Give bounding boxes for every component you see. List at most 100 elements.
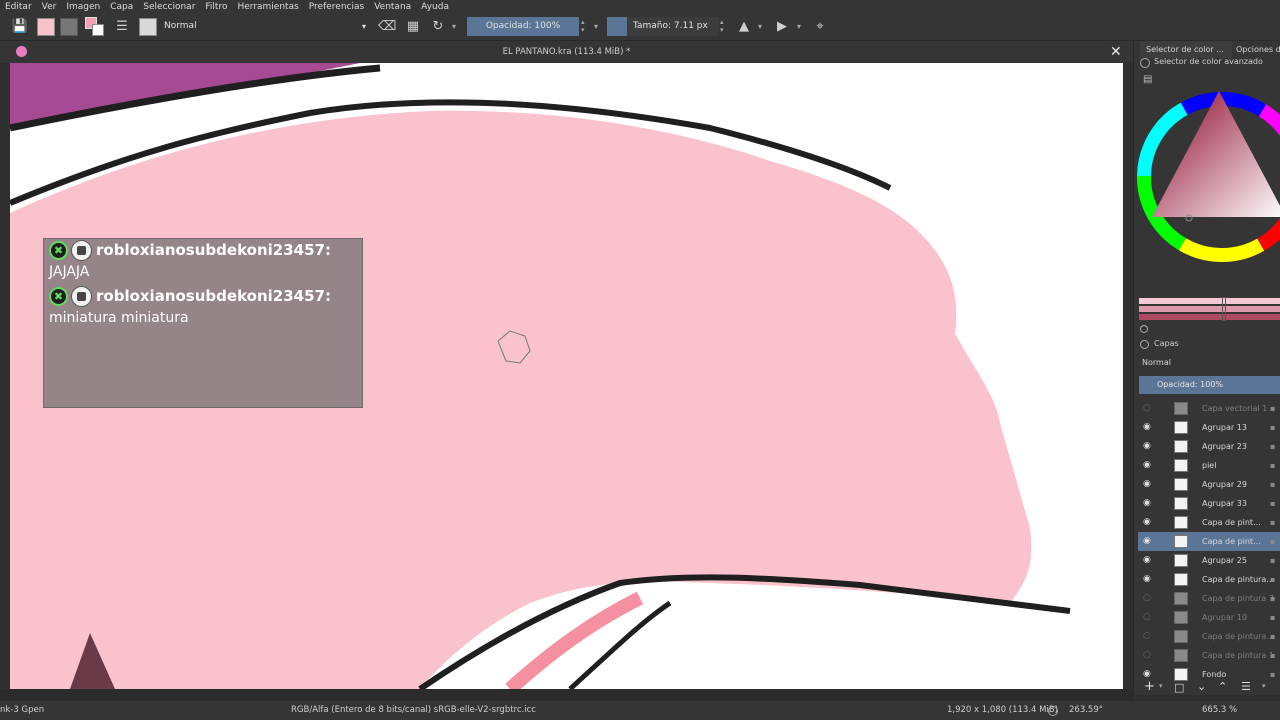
tab-options[interactable]: Opciones de: [1230, 41, 1280, 58]
color-wheel[interactable]: [1134, 89, 1280, 279]
lock-icon[interactable]: ▪: [1270, 551, 1275, 570]
brush-settings-icon[interactable]: ☰: [113, 18, 131, 36]
eye-icon[interactable]: ◉: [1143, 441, 1153, 451]
layer-row[interactable]: ◉ Agrupar 13 ▪: [1138, 418, 1280, 437]
eye-icon[interactable]: ◉: [1143, 536, 1153, 546]
docker-toggle-icon[interactable]: [1140, 58, 1150, 68]
rotation-icon[interactable]: [1048, 706, 1058, 716]
lock-icon[interactable]: ▪: [1270, 532, 1275, 551]
add-layer-icon[interactable]: +: [1144, 679, 1155, 694]
menu-imagen[interactable]: Imagen: [61, 2, 105, 12]
layer-name: Capa de pintura...: [1202, 632, 1274, 641]
eye-hidden-icon[interactable]: ○: [1143, 612, 1153, 622]
size-slider-fill[interactable]: [607, 17, 627, 36]
mirror-horizontal-icon[interactable]: ▲: [735, 18, 753, 36]
mirror-vertical-icon[interactable]: ▶: [773, 18, 791, 36]
color-space-info: RGB/Alfa (Entero de 8 bits/canal) sRGB-e…: [291, 705, 536, 715]
lock-icon[interactable]: ▪: [1270, 475, 1275, 494]
pattern-swatch[interactable]: [60, 18, 78, 36]
wrap-around-icon[interactable]: ⌖: [811, 18, 829, 36]
tab-color-selector[interactable]: Selector de color ...: [1140, 41, 1232, 58]
docker-toggle-icon[interactable]: [1140, 340, 1149, 349]
layer-row[interactable]: ○ Capa de pintura 1 ▪: [1138, 646, 1280, 665]
color-strip[interactable]: [1139, 298, 1280, 304]
menu-editar[interactable]: Editar: [0, 2, 37, 12]
layer-row[interactable]: ◉ Capa de pintura... ▪: [1138, 570, 1280, 589]
eye-icon[interactable]: ◉: [1143, 669, 1153, 679]
layer-name: Agrupar 25: [1202, 556, 1247, 565]
duplicate-layer-icon[interactable]: □: [1174, 681, 1184, 694]
eye-icon[interactable]: ◉: [1143, 574, 1153, 584]
lock-icon[interactable]: ▪: [1270, 456, 1275, 475]
menu-filtro[interactable]: Filtro: [200, 2, 232, 12]
lock-icon[interactable]: ▪: [1270, 627, 1275, 646]
layer-row[interactable]: ○ Capa de pintura... ▪: [1138, 627, 1280, 646]
color-settings-icon[interactable]: ▤: [1143, 74, 1152, 85]
eye-hidden-icon[interactable]: ○: [1143, 631, 1153, 641]
layer-row[interactable]: ◉ Agrupar 29 ▪: [1138, 475, 1280, 494]
blend-mode-select[interactable]: Normal ▾: [158, 17, 370, 36]
layer-row[interactable]: ○ Capa de pintura 7 ▪: [1138, 589, 1280, 608]
color-strip[interactable]: [1139, 306, 1280, 312]
layer-blend-select[interactable]: Normal: [1138, 355, 1280, 371]
layer-thumbnail: [1174, 554, 1188, 567]
layer-row[interactable]: ◉ Agrupar 33 ▪: [1138, 494, 1280, 513]
lock-icon[interactable]: ▪: [1270, 665, 1275, 684]
lock-icon[interactable]: ▪: [1270, 513, 1275, 532]
menu-ventana[interactable]: Ventana: [369, 2, 416, 12]
chevron-down-icon: ▾: [797, 22, 802, 31]
canvas-scrollbar[interactable]: [0, 689, 1133, 701]
layer-thumbnail: [1174, 630, 1188, 643]
size-stepper-icon[interactable]: ▴ ▾: [720, 18, 724, 34]
layer-row[interactable]: ◉ Agrupar 23 ▪: [1138, 437, 1280, 456]
layer-row[interactable]: ◉ piel ▪: [1138, 456, 1280, 475]
size-slider[interactable]: Tamaño: 7.11 px: [627, 17, 719, 36]
lock-icon[interactable]: ▪: [1270, 437, 1275, 456]
lock-icon[interactable]: ▪: [1270, 646, 1275, 665]
eye-icon[interactable]: ◉: [1143, 460, 1153, 470]
menu-preferencias[interactable]: Preferencias: [304, 2, 369, 12]
lock-icon[interactable]: ▪: [1270, 589, 1275, 608]
menu-ver[interactable]: Ver: [37, 2, 62, 12]
brush-preset-icon[interactable]: [139, 18, 157, 36]
menu-capa[interactable]: Capa: [105, 2, 138, 12]
layer-row[interactable]: ○ Agrupar 10 ▪: [1138, 608, 1280, 627]
eye-icon[interactable]: ◉: [1143, 422, 1153, 432]
eye-hidden-icon[interactable]: ○: [1143, 403, 1153, 413]
eye-hidden-icon[interactable]: ○: [1143, 593, 1153, 603]
fg-bg-color-icon[interactable]: [85, 17, 105, 37]
layer-row[interactable]: ◉ Agrupar 25 ▪: [1138, 551, 1280, 570]
lock-icon[interactable]: ▪: [1270, 418, 1275, 437]
color-strip[interactable]: [1139, 314, 1280, 320]
lock-icon[interactable]: ▪: [1270, 570, 1275, 589]
layer-opacity-slider[interactable]: Opacidad: 100%: [1139, 376, 1280, 394]
layer-row[interactable]: ◉ Capa de pint... ▪: [1138, 513, 1280, 532]
menu-seleccionar[interactable]: Seleccionar: [138, 2, 200, 12]
move-layer-down-icon[interactable]: ⌄: [1197, 680, 1206, 693]
menu-ayuda[interactable]: Ayuda: [416, 2, 454, 12]
color-strip-marker[interactable]: [1222, 297, 1226, 321]
close-document-icon[interactable]: ✕: [1110, 44, 1122, 60]
gradient-swatch[interactable]: [37, 18, 55, 36]
move-layer-up-icon[interactable]: ⌃: [1218, 680, 1227, 693]
eye-icon[interactable]: ◉: [1143, 517, 1153, 527]
refresh-icon[interactable]: [1140, 325, 1148, 333]
lock-icon[interactable]: ▪: [1270, 494, 1275, 513]
reload-preset-icon[interactable]: ↻: [429, 18, 447, 36]
opacity-slider[interactable]: Opacidad: 100%: [467, 17, 579, 36]
eye-icon[interactable]: ◉: [1143, 498, 1153, 508]
save-icon[interactable]: 💾: [11, 18, 29, 36]
eraser-icon[interactable]: ⌫: [378, 18, 396, 36]
moderator-badge-icon: ✖: [49, 241, 68, 260]
eye-icon[interactable]: ◉: [1143, 555, 1153, 565]
eye-icon[interactable]: ◉: [1143, 479, 1153, 489]
menu-herramientas[interactable]: Herramientas: [232, 2, 303, 12]
lock-icon[interactable]: ▪: [1270, 608, 1275, 627]
layer-row[interactable]: ◉ Capa de pint... ▪: [1138, 532, 1280, 551]
layer-properties-icon[interactable]: ☰: [1241, 680, 1251, 693]
opacity-stepper-icon[interactable]: ▴ ▾: [581, 18, 585, 34]
alpha-lock-icon[interactable]: ▦: [404, 18, 422, 36]
eye-hidden-icon[interactable]: ○: [1143, 650, 1153, 660]
layer-row[interactable]: ○ Capa vectorial 1 ▪: [1138, 399, 1280, 418]
lock-icon[interactable]: ▪: [1270, 399, 1275, 418]
